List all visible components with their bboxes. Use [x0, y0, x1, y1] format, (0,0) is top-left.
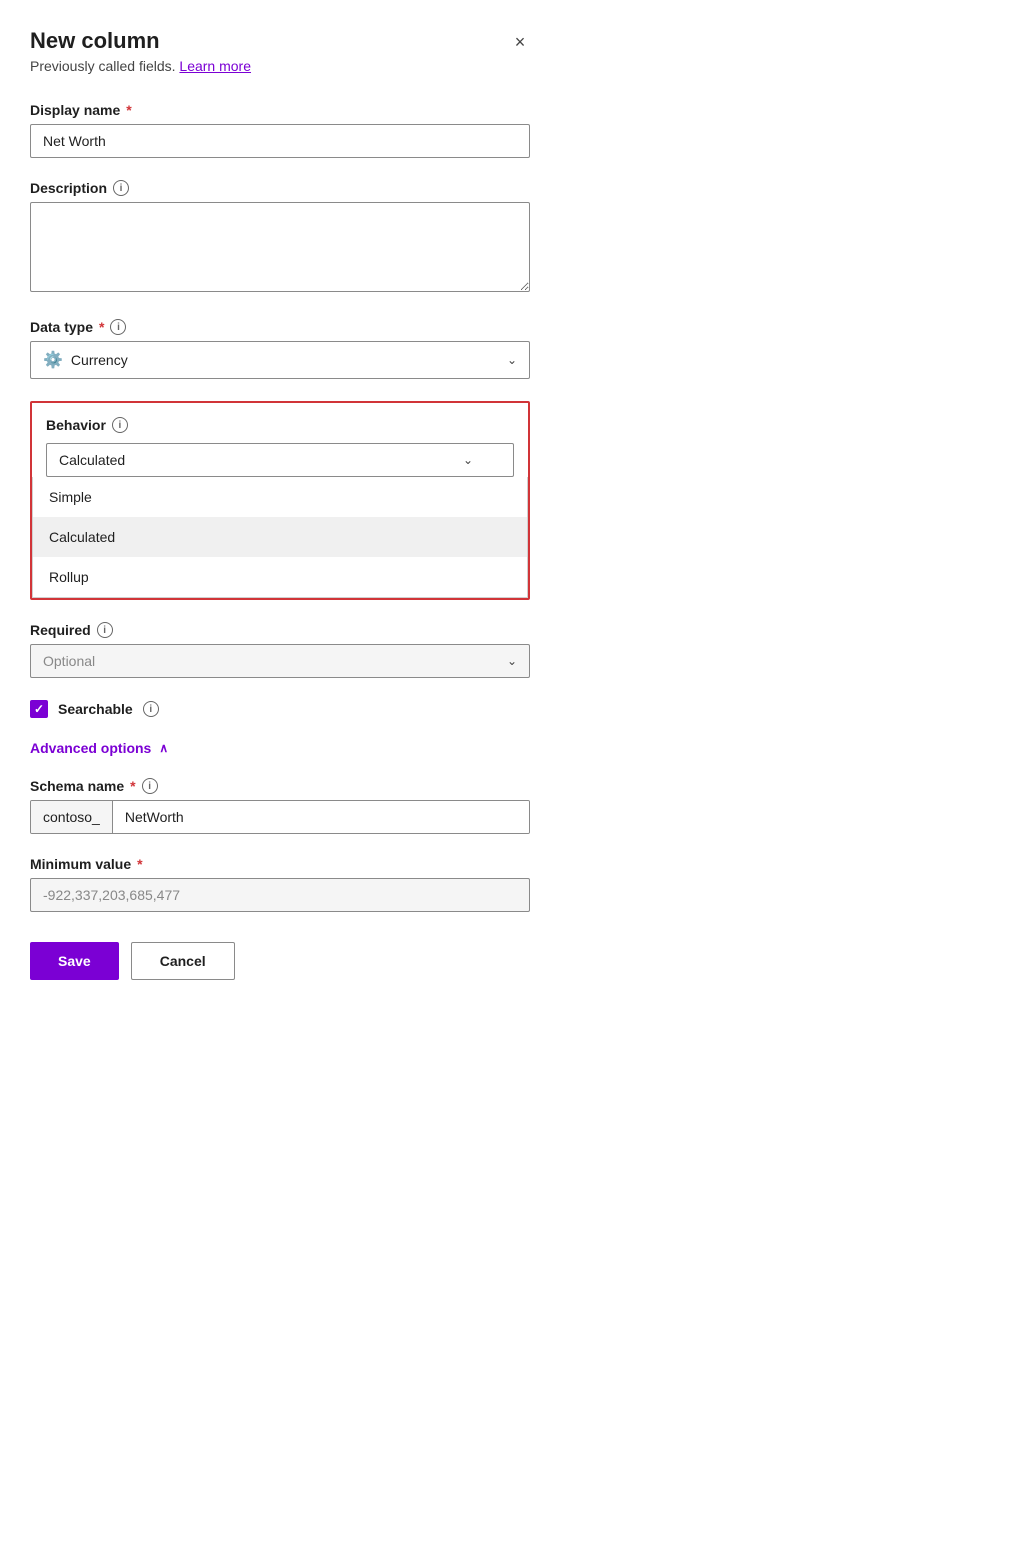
schema-name-label: Schema name * i: [30, 778, 530, 794]
description-input[interactable]: [30, 202, 530, 292]
checkmark-icon: ✓: [34, 703, 44, 715]
required-value: Optional: [43, 653, 499, 669]
display-name-field: Display name *: [30, 102, 530, 158]
currency-icon: ⚙️: [43, 350, 63, 370]
footer-buttons: Save Cancel: [30, 942, 530, 980]
close-button[interactable]: ×: [504, 26, 536, 58]
required-chevron-icon: ⌄: [507, 654, 517, 668]
searchable-checkbox[interactable]: ✓: [30, 700, 48, 718]
behavior-chevron-icon: ⌄: [463, 453, 473, 467]
behavior-dropdown-header[interactable]: Calculated ⌄: [46, 443, 514, 477]
behavior-info-icon: i: [112, 417, 128, 433]
required-star: *: [126, 102, 131, 118]
learn-more-link[interactable]: Learn more: [179, 58, 251, 74]
schema-name-required-star: *: [130, 778, 135, 794]
display-name-input[interactable]: [30, 124, 530, 158]
data-type-label: Data type * i: [30, 319, 530, 335]
minimum-value-label: Minimum value *: [30, 856, 530, 872]
data-type-field: Data type * i ⚙️ Currency ⌄: [30, 319, 530, 379]
advanced-options-chevron-icon: ∧: [159, 741, 168, 755]
panel-title: New column: [30, 28, 530, 54]
schema-name-field: Schema name * i contoso_: [30, 778, 530, 834]
required-label: Required i: [30, 622, 530, 638]
new-column-panel: × New column Previously called fields. L…: [0, 0, 560, 1020]
required-info-icon: i: [97, 622, 113, 638]
panel-subtitle: Previously called fields. Learn more: [30, 58, 530, 74]
data-type-info-icon: i: [110, 319, 126, 335]
behavior-option-calculated[interactable]: Calculated: [33, 517, 527, 557]
data-type-select[interactable]: ⚙️ Currency ⌄: [30, 341, 530, 379]
close-icon: ×: [515, 32, 526, 53]
minimum-value-required-star: *: [137, 856, 142, 872]
searchable-row: ✓ Searchable i: [30, 700, 530, 718]
required-select[interactable]: Optional ⌄: [30, 644, 530, 678]
schema-prefix: contoso_: [31, 801, 113, 833]
data-type-required-star: *: [99, 319, 104, 335]
required-field: Required i Optional ⌄: [30, 622, 530, 678]
data-type-value: Currency: [71, 352, 517, 368]
save-button[interactable]: Save: [30, 942, 119, 980]
searchable-label: Searchable: [58, 701, 133, 717]
minimum-value-input[interactable]: [30, 878, 530, 912]
behavior-label: Behavior i: [46, 417, 514, 433]
schema-name-info-icon: i: [142, 778, 158, 794]
behavior-dropdown-list: Simple Calculated Rollup: [32, 477, 528, 598]
schema-name-wrapper: contoso_: [30, 800, 530, 834]
behavior-option-rollup[interactable]: Rollup: [33, 557, 527, 597]
minimum-value-field: Minimum value *: [30, 856, 530, 912]
description-label: Description i: [30, 180, 530, 196]
cancel-button[interactable]: Cancel: [131, 942, 235, 980]
display-name-label: Display name *: [30, 102, 530, 118]
behavior-section: Behavior i Calculated ⌄ Simple Calculate…: [30, 401, 530, 600]
behavior-option-simple[interactable]: Simple: [33, 477, 527, 517]
description-info-icon: i: [113, 180, 129, 196]
searchable-info-icon: i: [143, 701, 159, 717]
schema-name-input[interactable]: [113, 801, 529, 833]
advanced-options-toggle[interactable]: Advanced options ∧: [30, 740, 168, 756]
description-field: Description i: [30, 180, 530, 297]
